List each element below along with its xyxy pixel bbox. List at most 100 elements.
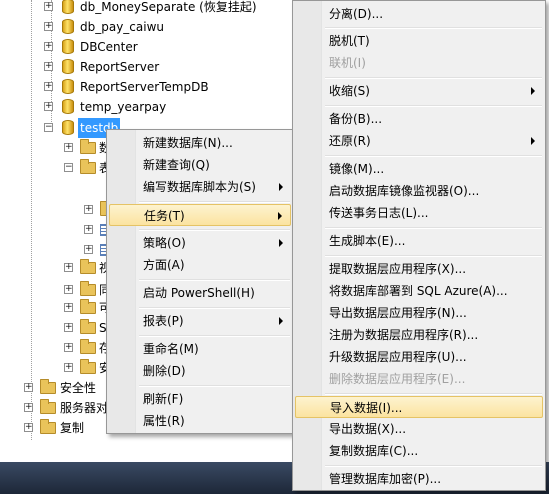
submenu-arrow-icon bbox=[279, 317, 283, 325]
tree-node-child[interactable]: + bbox=[0, 240, 120, 260]
tasks-submenu: 分离(D)... 脱机(T) 联机(I) 收缩(S) 备份(B)... 还原(R… bbox=[292, 0, 546, 491]
menu-item-copy-database[interactable]: 复制数据库(C)... bbox=[295, 440, 543, 462]
menu-item-launch-mirroring-monitor[interactable]: 启动数据库镜像监视器(O)... bbox=[295, 180, 543, 202]
tree-node-server-objects[interactable]: + 服务器对 bbox=[0, 398, 120, 418]
collapse-minus-icon[interactable]: − bbox=[64, 163, 73, 172]
menu-item-facets[interactable]: 方面(A) bbox=[109, 254, 291, 276]
tree-node-label: DBCenter bbox=[80, 40, 138, 54]
menu-item-start-powershell[interactable]: 启动 PowerShell(H) bbox=[109, 282, 291, 304]
folder-icon bbox=[80, 339, 96, 354]
tree-node-dbcenter[interactable]: + DBCenter bbox=[0, 37, 300, 57]
expand-plus-icon[interactable]: + bbox=[84, 245, 93, 254]
menu-item-deploy-to-sql-azure[interactable]: 将数据库部署到 SQL Azure(A)... bbox=[295, 280, 543, 302]
menu-item-label: 镜像(M)... bbox=[329, 162, 385, 176]
menu-item-bring-online[interactable]: 联机(I) bbox=[295, 52, 543, 74]
tree-node-label: ReportServerTempDB bbox=[80, 80, 209, 94]
folder-icon bbox=[80, 159, 96, 174]
menu-item-shrink[interactable]: 收缩(S) bbox=[295, 80, 543, 102]
expand-plus-icon[interactable]: + bbox=[64, 303, 73, 312]
tree-node-child[interactable]: + S bbox=[0, 318, 120, 338]
menu-item-label: 生成脚本(E)... bbox=[329, 234, 406, 248]
expand-plus-icon[interactable]: + bbox=[64, 263, 73, 272]
tree-node-temp-yearpay[interactable]: + temp_yearpay bbox=[0, 97, 300, 117]
menu-item-script-database-as[interactable]: 编写数据库脚本为(S) bbox=[109, 176, 291, 198]
menu-item-detach[interactable]: 分离(D)... bbox=[295, 3, 543, 25]
expand-plus-icon[interactable]: + bbox=[24, 383, 33, 392]
menu-item-rename[interactable]: 重命名(M) bbox=[109, 338, 291, 360]
tree-node-replication[interactable]: + 复制 bbox=[0, 418, 120, 438]
tree-node-child[interactable]: + bbox=[0, 200, 120, 220]
menu-item-new-query[interactable]: 新建查询(Q) bbox=[109, 154, 291, 176]
menu-item-import-data[interactable]: 导入数据(I)... bbox=[295, 396, 543, 418]
menu-separator bbox=[325, 27, 542, 29]
tree-node-child[interactable]: + 存 bbox=[0, 338, 120, 358]
tree-node-child[interactable]: + 视 bbox=[0, 258, 120, 278]
menu-item-label: 收缩(S) bbox=[329, 84, 370, 98]
menu-item-properties[interactable]: 属性(R) bbox=[109, 410, 291, 432]
menu-item-label: 联机(I) bbox=[329, 56, 366, 70]
tree-node-child[interactable]: + 数 bbox=[0, 138, 120, 158]
folder-icon bbox=[40, 419, 56, 434]
tree-node-child[interactable]: + 同 bbox=[0, 280, 120, 300]
tree-node-label: db_MoneySeparate (恢复挂起) bbox=[80, 0, 257, 14]
collapse-minus-icon[interactable]: − bbox=[44, 123, 53, 132]
menu-item-policies[interactable]: 策略(O) bbox=[109, 232, 291, 254]
menu-item-restore[interactable]: 还原(R) bbox=[295, 130, 543, 152]
expand-plus-icon[interactable]: + bbox=[64, 143, 73, 152]
menu-item-take-offline[interactable]: 脱机(T) bbox=[295, 30, 543, 52]
tree-node-db-pay-caiwu[interactable]: + db_pay_caiwu bbox=[0, 17, 300, 37]
tree-node-child[interactable]: + 安 bbox=[0, 358, 120, 378]
expand-plus-icon[interactable]: + bbox=[24, 403, 33, 412]
expand-plus-icon[interactable]: + bbox=[64, 323, 73, 332]
expand-plus-icon[interactable]: + bbox=[64, 343, 73, 352]
tree-node-reportserver[interactable]: + ReportServer bbox=[0, 57, 300, 77]
menu-separator bbox=[139, 335, 290, 337]
expand-plus-icon[interactable]: + bbox=[64, 363, 73, 372]
expand-plus-icon[interactable]: + bbox=[84, 205, 93, 214]
expand-plus-icon[interactable]: + bbox=[24, 423, 33, 432]
submenu-arrow-icon bbox=[279, 239, 283, 247]
expand-plus-icon[interactable]: + bbox=[84, 225, 93, 234]
tree-node-child[interactable]: + 可 bbox=[0, 298, 120, 318]
menu-item-backup[interactable]: 备份(B)... bbox=[295, 108, 543, 130]
menu-item-generate-scripts[interactable]: 生成脚本(E)... bbox=[295, 230, 543, 252]
expand-plus-icon[interactable]: + bbox=[44, 62, 53, 71]
menu-item-delete[interactable]: 删除(D) bbox=[109, 360, 291, 382]
menu-item-label: 刷新(F) bbox=[143, 392, 184, 406]
expand-plus-icon[interactable]: + bbox=[44, 102, 53, 111]
tree-node-reportservertempdb[interactable]: + ReportServerTempDB bbox=[0, 77, 300, 97]
menu-separator bbox=[139, 385, 290, 387]
tree-node-child[interactable]: + bbox=[0, 220, 120, 240]
tree-node-security[interactable]: + 安全性 bbox=[0, 378, 120, 398]
menu-item-extract-data-tier-app[interactable]: 提取数据层应用程序(X)... bbox=[295, 258, 543, 280]
menu-item-export-data-tier-app[interactable]: 导出数据层应用程序(N)... bbox=[295, 302, 543, 324]
menu-item-label: 提取数据层应用程序(X)... bbox=[329, 262, 467, 276]
menu-item-manage-database-encryption[interactable]: 管理数据库加密(P)... bbox=[295, 468, 543, 490]
menu-item-ship-transaction-logs[interactable]: 传送事务日志(L)... bbox=[295, 202, 543, 224]
menu-item-upgrade-data-tier-app[interactable]: 升级数据层应用程序(U)... bbox=[295, 346, 543, 368]
folder-icon bbox=[80, 281, 96, 296]
menu-item-label: 编写数据库脚本为(S) bbox=[143, 180, 256, 194]
menu-item-label: 报表(P) bbox=[143, 314, 184, 328]
menu-item-export-data[interactable]: 导出数据(X)... bbox=[295, 418, 543, 440]
tree-node-child[interactable]: − 表 bbox=[0, 158, 120, 178]
menu-item-delete-data-tier-app[interactable]: 删除数据层应用程序(E)... bbox=[295, 368, 543, 390]
menu-item-register-data-tier-app[interactable]: 注册为数据层应用程序(R)... bbox=[295, 324, 543, 346]
tree-node-label: ReportServer bbox=[80, 60, 160, 74]
menu-item-label: 方面(A) bbox=[143, 258, 185, 272]
expand-plus-icon[interactable]: + bbox=[44, 82, 53, 91]
expand-plus-icon[interactable]: + bbox=[44, 22, 53, 31]
menu-item-reports[interactable]: 报表(P) bbox=[109, 310, 291, 332]
tree-node-db-moneyseparate[interactable]: + db_MoneySeparate (恢复挂起) bbox=[0, 0, 300, 17]
menu-item-mirror[interactable]: 镜像(M)... bbox=[295, 158, 543, 180]
menu-item-tasks[interactable]: 任务(T) bbox=[109, 204, 291, 226]
expand-plus-icon[interactable]: + bbox=[64, 285, 73, 294]
menu-item-refresh[interactable]: 刷新(F) bbox=[109, 388, 291, 410]
menu-item-label: 复制数据库(C)... bbox=[329, 444, 419, 458]
database-icon bbox=[62, 59, 74, 74]
tree-node-label: temp_yearpay bbox=[80, 100, 167, 114]
folder-icon bbox=[80, 319, 96, 334]
menu-item-new-database[interactable]: 新建数据库(N)... bbox=[109, 132, 291, 154]
expand-plus-icon[interactable]: + bbox=[44, 42, 53, 51]
expand-plus-icon[interactable]: + bbox=[44, 2, 53, 11]
